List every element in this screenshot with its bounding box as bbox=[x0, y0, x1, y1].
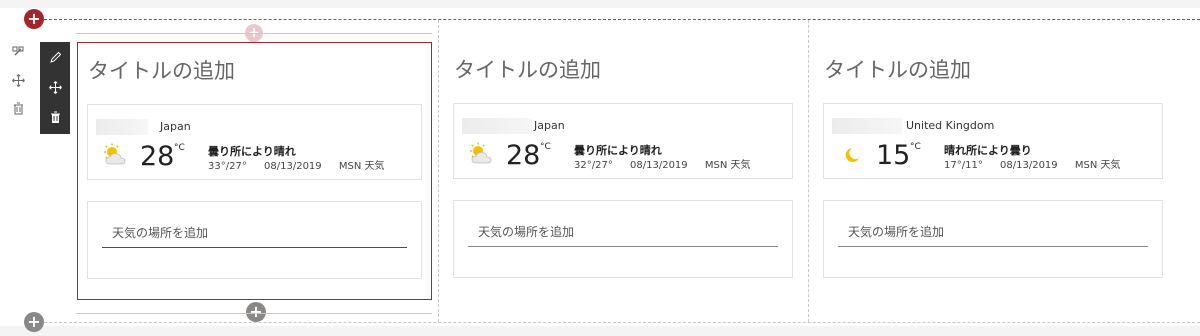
temperature: 15 bbox=[876, 140, 911, 171]
add-location-input[interactable]: 天気の場所を追加 bbox=[102, 222, 407, 248]
add-webpart-button-bottom[interactable]: + bbox=[246, 302, 266, 322]
date: 08/13/2019 bbox=[264, 161, 322, 172]
temperature: 28 bbox=[140, 141, 175, 172]
temperature-unit: °C bbox=[174, 143, 185, 153]
add-section-button-top[interactable]: + bbox=[24, 9, 44, 29]
weather-meta: 32°/27° 08/13/2019 MSN 天気 bbox=[574, 156, 764, 171]
temperature-unit: °C bbox=[910, 142, 921, 152]
webpart-title[interactable]: タイトルの追加 bbox=[88, 55, 235, 85]
column-divider bbox=[438, 20, 439, 322]
source: MSN 天気 bbox=[1074, 160, 1121, 171]
moon-icon bbox=[838, 142, 868, 166]
weather-meta: 17°/11° 08/13/2019 MSN 天気 bbox=[944, 156, 1134, 171]
partly-sunny-icon bbox=[468, 142, 498, 166]
delete-section-icon[interactable] bbox=[8, 94, 28, 122]
add-location-input[interactable]: 天気の場所を追加 bbox=[468, 221, 778, 247]
move-icon[interactable] bbox=[40, 72, 70, 102]
section-boundary-bottom bbox=[34, 322, 1200, 323]
add-location-box: 天気の場所を追加 bbox=[87, 201, 422, 279]
weather-card[interactable]: United Kingdom 15 °C 晴れ所により曇り 17°/11° 08… bbox=[823, 103, 1163, 179]
high-low: 32°/27° bbox=[574, 160, 613, 171]
move-section-icon[interactable] bbox=[8, 66, 28, 94]
source: MSN 天気 bbox=[704, 160, 751, 171]
weather-meta: 33°/27° 08/13/2019 MSN 天気 bbox=[208, 157, 398, 172]
high-low: 17°/11° bbox=[944, 160, 983, 171]
column-rule-bottom bbox=[76, 313, 432, 314]
redacted-city bbox=[96, 119, 148, 135]
column-rule-top bbox=[76, 33, 432, 34]
source: MSN 天気 bbox=[338, 161, 385, 172]
redacted-city bbox=[832, 118, 902, 134]
add-location-box: 天気の場所を追加 bbox=[823, 200, 1163, 278]
country-label: Japan bbox=[160, 120, 191, 133]
add-section-button-bottom[interactable]: + bbox=[24, 312, 44, 332]
column-divider bbox=[808, 20, 809, 322]
weather-webpart[interactable]: タイトルの追加 Japan 28 °C 曇り所により晴れ 33°/27° 08/… bbox=[77, 42, 432, 300]
temperature: 28 bbox=[506, 140, 541, 171]
weather-webpart[interactable]: タイトルの追加 United Kingdom 15 °C 晴れ所により曇り 17… bbox=[814, 42, 1172, 300]
weather-card[interactable]: Japan 28 °C 曇り所により晴れ 33°/27° 08/13/2019 … bbox=[87, 104, 422, 180]
edit-section-icon[interactable] bbox=[8, 38, 28, 66]
high-low: 33°/27° bbox=[208, 161, 247, 172]
weather-card[interactable]: Japan 28 °C 曇り所により晴れ 32°/27° 08/13/2019 … bbox=[453, 103, 793, 179]
country-label: United Kingdom bbox=[906, 119, 995, 132]
partly-sunny-icon bbox=[102, 143, 132, 167]
temperature-unit: °C bbox=[540, 142, 551, 152]
date: 08/13/2019 bbox=[1000, 160, 1058, 171]
trash-icon[interactable] bbox=[40, 102, 70, 132]
redacted-city bbox=[462, 118, 532, 134]
add-location-input[interactable]: 天気の場所を追加 bbox=[838, 221, 1148, 247]
country-label: Japan bbox=[534, 119, 565, 132]
weather-webpart[interactable]: タイトルの追加 Japan 28 °C 曇り所により晴れ 32°/27° 08/… bbox=[444, 42, 802, 300]
webpart-toolbar bbox=[40, 42, 70, 134]
webpart-title[interactable]: タイトルの追加 bbox=[454, 54, 601, 84]
section-toolbar bbox=[8, 38, 28, 122]
section-boundary-top bbox=[34, 19, 1200, 20]
webpart-title[interactable]: タイトルの追加 bbox=[824, 54, 971, 84]
date: 08/13/2019 bbox=[630, 160, 688, 171]
pencil-icon[interactable] bbox=[40, 42, 70, 72]
add-location-box: 天気の場所を追加 bbox=[453, 200, 793, 278]
